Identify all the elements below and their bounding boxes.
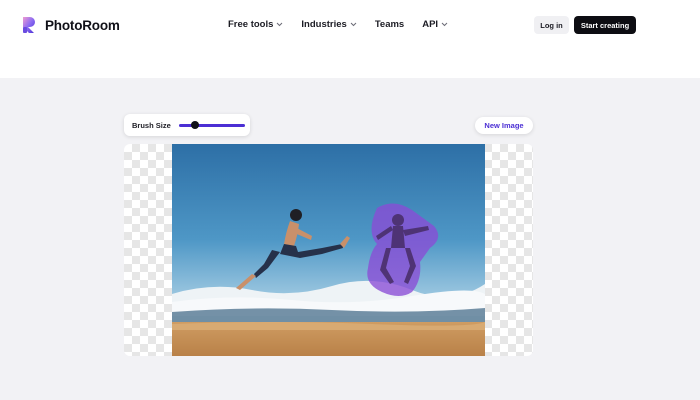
nav-item-label: API xyxy=(422,19,439,30)
brush-size-control: Brush Size xyxy=(124,114,250,136)
nav-item-free-tools[interactable]: Free tools xyxy=(228,19,283,30)
brand-logo[interactable]: PhotoRoom xyxy=(20,16,120,34)
photoroom-logo-icon xyxy=(23,17,35,33)
nav-item-teams[interactable]: Teams xyxy=(375,19,404,30)
chevron-down-icon xyxy=(350,22,357,27)
brush-size-label: Brush Size xyxy=(132,120,171,130)
editor-canvas[interactable] xyxy=(124,144,533,356)
main-nav: Free tools Industries Teams API xyxy=(228,19,466,30)
slider-track xyxy=(178,123,245,127)
chevron-down-icon xyxy=(441,22,448,27)
brand-name: PhotoRoom xyxy=(45,17,120,33)
slider-thumb[interactable] xyxy=(191,121,200,129)
nav-item-label: Teams xyxy=(374,19,405,30)
nav-item-api[interactable]: API xyxy=(422,19,448,30)
site-header: PhotoRoom Free tools Industries Teams AP… xyxy=(0,0,700,78)
edited-photo[interactable] xyxy=(172,144,485,356)
login-button[interactable]: Log in xyxy=(534,16,569,34)
nav-item-label: Free tools xyxy=(228,19,274,30)
start-creating-button[interactable]: Start creating xyxy=(574,16,636,34)
nav-item-industries[interactable]: Industries xyxy=(301,19,357,30)
nav-item-label: Industries xyxy=(301,19,347,30)
chevron-down-icon xyxy=(277,22,283,27)
new-image-button[interactable]: New Image xyxy=(475,117,533,134)
brush-size-slider[interactable] xyxy=(178,119,245,131)
